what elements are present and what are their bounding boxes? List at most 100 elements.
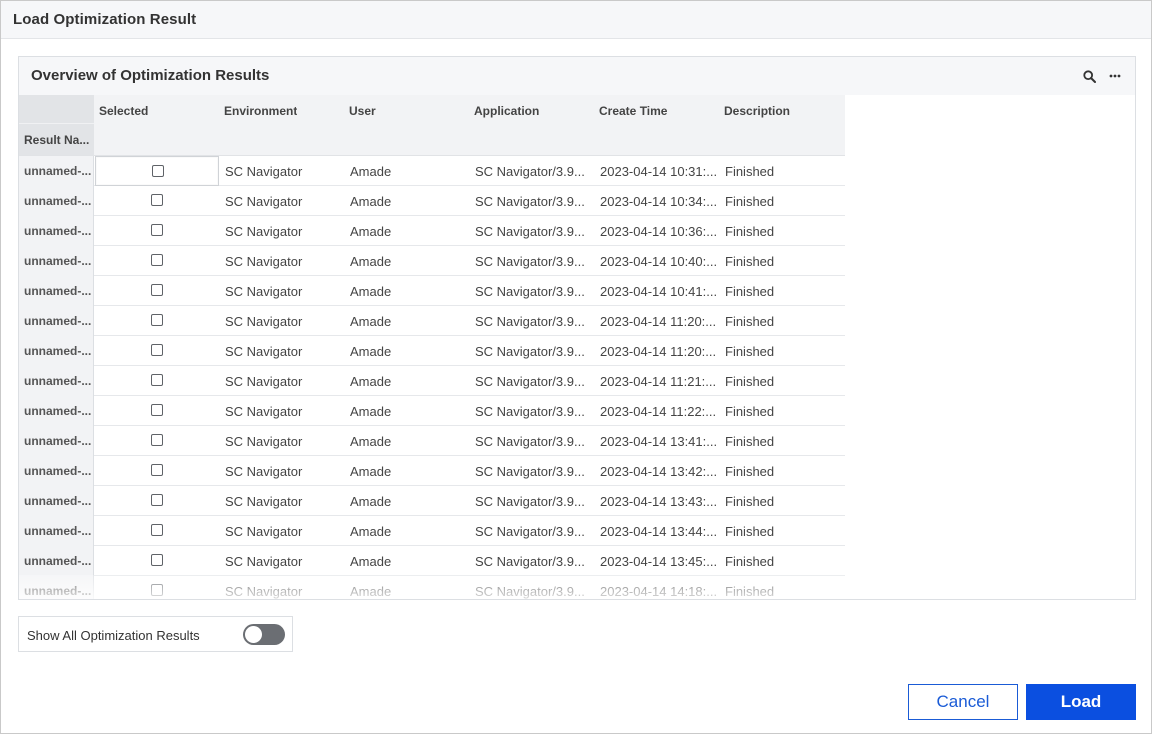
cell-environment: SC Navigator [225, 404, 303, 419]
row-select-checkbox[interactable] [151, 254, 163, 266]
cell-user: Amade [350, 524, 392, 539]
cell-environment: SC Navigator [225, 494, 303, 509]
cell-selected [95, 576, 219, 599]
cell-user: Amade [350, 224, 392, 239]
column-header-selected[interactable]: Selected [99, 104, 148, 118]
load-button[interactable]: Load [1026, 684, 1136, 720]
cell-environment: SC Navigator [225, 434, 303, 449]
column-header-result-name[interactable]: Result Na... [24, 133, 92, 147]
row-select-checkbox[interactable] [151, 284, 163, 296]
table-row[interactable]: unnamed-... SC Navigator Amade SC Navigator… [19, 156, 845, 186]
cell-selected [95, 426, 219, 456]
cell-application: SC Navigator/3.9... [475, 374, 585, 389]
column-header-description[interactable]: Description [724, 104, 790, 118]
cell-application: SC Navigator/3.9... [475, 344, 585, 359]
cell-application: SC Navigator/3.9... [475, 404, 585, 419]
cell-environment: SC Navigator [225, 524, 303, 539]
table-row[interactable]: unnamed-... SC Navigator Amade SC Navigator… [19, 546, 845, 576]
row-select-checkbox[interactable] [151, 524, 163, 536]
row-select-checkbox[interactable] [152, 165, 164, 177]
table-header: Result Na... Selected Environment User A… [19, 95, 845, 156]
cell-create-time: 2023-04-14 11:20:... [600, 344, 716, 359]
table-row[interactable]: unnamed-... SC Navigator Amade SC Navigator… [19, 216, 845, 246]
cell-result-name: unnamed-... [19, 486, 94, 516]
cell-environment: SC Navigator [225, 374, 303, 389]
table-row[interactable]: unnamed-... SC Navigator Amade SC Navigator… [19, 366, 845, 396]
more-icon[interactable] [1107, 68, 1123, 84]
cell-description: Finished [725, 314, 775, 329]
row-select-checkbox[interactable] [151, 434, 163, 446]
cell-user: Amade [350, 494, 392, 509]
row-select-checkbox[interactable] [151, 464, 163, 476]
table-row[interactable]: unnamed-... SC Navigator Amade SC Navigator… [19, 426, 845, 456]
show-all-toggle-group: Show All Optimization Results [18, 616, 293, 652]
column-header-application[interactable]: Application [474, 104, 539, 118]
cell-application: SC Navigator/3.9... [475, 584, 585, 599]
table-row[interactable]: unnamed-... SC Navigator Amade SC Navigator… [19, 276, 845, 306]
cell-description: Finished [725, 554, 775, 569]
cell-environment: SC Navigator [225, 344, 303, 359]
table-row[interactable]: unnamed-... SC Navigator Amade SC Navigator… [19, 396, 845, 426]
cell-application: SC Navigator/3.9... [475, 434, 585, 449]
cell-selected [95, 186, 219, 216]
table-body: unnamed-... SC Navigator Amade SC Navigator… [19, 156, 845, 599]
cell-description: Finished [725, 164, 775, 179]
table-row[interactable]: unnamed-... SC Navigator Amade SC Navigator… [19, 336, 845, 366]
cell-selected [95, 306, 219, 336]
row-select-checkbox[interactable] [151, 554, 163, 566]
cell-create-time: 2023-04-14 13:45:... [600, 554, 716, 569]
row-select-checkbox[interactable] [151, 344, 163, 356]
cell-result-name: unnamed-... [19, 426, 94, 456]
cell-user: Amade [350, 254, 392, 269]
cell-description: Finished [725, 494, 775, 509]
row-select-checkbox[interactable] [151, 224, 163, 236]
cell-result-name: unnamed-... [19, 186, 94, 216]
table-row[interactable]: unnamed-... SC Navigator Amade SC Navigator… [19, 486, 845, 516]
row-select-checkbox[interactable] [151, 194, 163, 206]
cell-create-time: 2023-04-14 11:20:... [600, 314, 716, 329]
column-header-create-time[interactable]: Create Time [599, 104, 667, 118]
cell-create-time: 2023-04-14 14:18:... [600, 584, 716, 599]
cell-description: Finished [725, 284, 775, 299]
show-all-toggle[interactable] [243, 624, 285, 645]
cell-create-time: 2023-04-14 11:21:... [600, 374, 716, 389]
cell-create-time: 2023-04-14 10:40:... [600, 254, 716, 269]
table-row[interactable]: unnamed-... SC Navigator Amade SC Navigator… [19, 186, 845, 216]
cell-application: SC Navigator/3.9... [475, 254, 585, 269]
row-select-checkbox[interactable] [151, 404, 163, 416]
cell-selected [95, 546, 219, 576]
row-select-checkbox[interactable] [151, 494, 163, 506]
cell-description: Finished [725, 344, 775, 359]
panel-toolbar [1081, 68, 1123, 84]
cell-create-time: 2023-04-14 10:31:... [600, 164, 716, 179]
table-row[interactable]: unnamed-... SC Navigator Amade SC Navigator… [19, 576, 845, 599]
table-row[interactable]: unnamed-... SC Navigator Amade SC Navigator… [19, 246, 845, 276]
row-select-checkbox[interactable] [151, 374, 163, 386]
cancel-button[interactable]: Cancel [908, 684, 1018, 720]
row-select-checkbox[interactable] [151, 584, 163, 596]
load-optimization-dialog: Load Optimization Result Overview of Opt… [0, 0, 1152, 734]
cell-environment: SC Navigator [225, 224, 303, 239]
cell-create-time: 2023-04-14 10:36:... [600, 224, 716, 239]
cell-selected [95, 216, 219, 246]
table-row[interactable]: unnamed-... SC Navigator Amade SC Navigator… [19, 516, 845, 546]
column-header-user[interactable]: User [349, 104, 376, 118]
cell-description: Finished [725, 524, 775, 539]
search-icon[interactable] [1081, 68, 1097, 84]
cell-application: SC Navigator/3.9... [475, 494, 585, 509]
toggle-knob [245, 626, 262, 643]
panel-title: Overview of Optimization Results [31, 67, 270, 84]
table-row[interactable]: unnamed-... SC Navigator Amade SC Navigator… [19, 306, 845, 336]
column-header-environment[interactable]: Environment [224, 104, 297, 118]
cell-selected [95, 486, 219, 516]
cell-result-name: unnamed-... [19, 516, 94, 546]
cell-result-name: unnamed-... [19, 546, 94, 576]
dialog-header: Load Optimization Result [1, 1, 1151, 39]
cell-create-time: 2023-04-14 13:41:... [600, 434, 716, 449]
row-select-checkbox[interactable] [151, 314, 163, 326]
cell-environment: SC Navigator [225, 254, 303, 269]
cell-selected [95, 156, 219, 186]
cell-environment: SC Navigator [225, 464, 303, 479]
table-row[interactable]: unnamed-... SC Navigator Amade SC Navigator… [19, 456, 845, 486]
cell-description: Finished [725, 404, 775, 419]
